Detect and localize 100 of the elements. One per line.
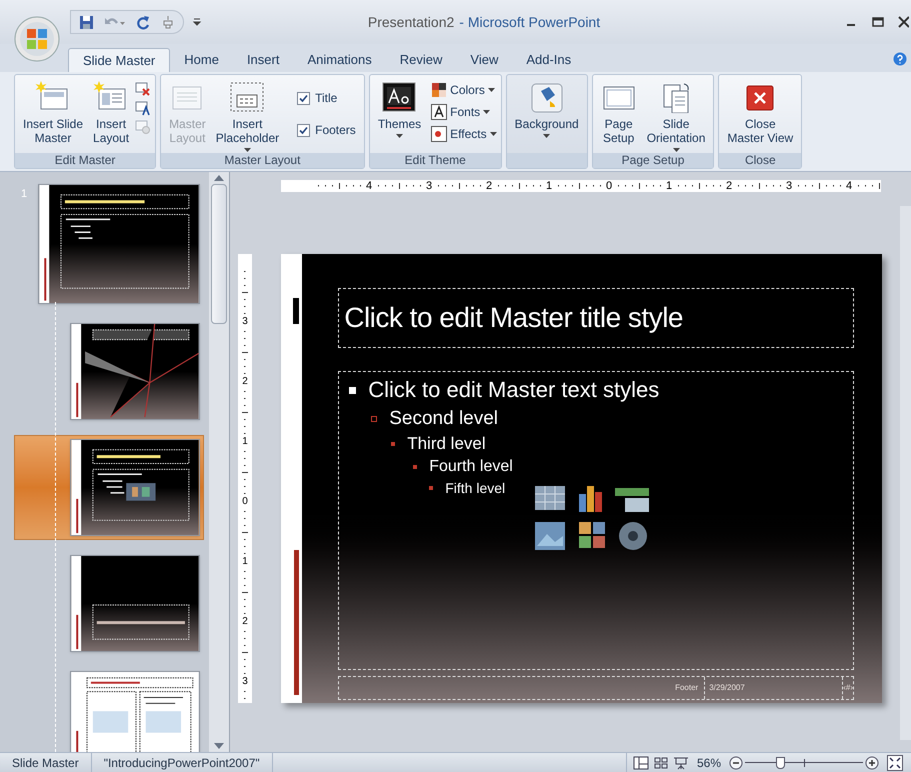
print-icon[interactable] bbox=[161, 15, 175, 29]
fit-to-window-icon[interactable] bbox=[887, 754, 903, 770]
slide-sorter-icon[interactable] bbox=[652, 756, 669, 770]
ruler-number: 3 bbox=[424, 180, 434, 192]
placeholder-icon bbox=[229, 81, 266, 113]
checkbox[interactable] bbox=[297, 92, 310, 104]
body-text: Click to edit Master text styles bbox=[368, 376, 660, 404]
close-icon[interactable] bbox=[898, 16, 909, 28]
ribbon-button[interactable]: Close Master View bbox=[723, 77, 798, 145]
redo-icon[interactable] bbox=[136, 14, 151, 30]
zoom-level: 56% bbox=[696, 754, 722, 772]
ribbon-button[interactable]: Page Setup bbox=[596, 77, 641, 145]
slide-thumbnail[interactable] bbox=[70, 439, 200, 536]
zoom-out-icon[interactable] bbox=[729, 756, 743, 770]
footer-text: Footer bbox=[675, 682, 698, 694]
scroll-up-icon[interactable] bbox=[214, 175, 224, 181]
slide-number-placeholder[interactable]: ‹#› bbox=[843, 677, 853, 699]
checkbox-option[interactable]: Title bbox=[297, 89, 356, 107]
ribbon-button[interactable]: Themes bbox=[374, 77, 426, 139]
save-icon[interactable] bbox=[79, 14, 94, 30]
body-text: Fifth level bbox=[445, 478, 506, 498]
ruler-number: 2 bbox=[242, 376, 248, 388]
ruler-number: 4 bbox=[844, 180, 854, 192]
thumbnail-row[interactable] bbox=[14, 435, 204, 540]
bullet-icon bbox=[349, 386, 356, 394]
date-text: 3/29/2007 bbox=[709, 682, 745, 694]
ruler-number: 0 bbox=[242, 496, 248, 508]
bullet-icon bbox=[413, 465, 418, 470]
content-placeholder[interactable]: Click to edit Master text styles Second level Third level Fourth level Fifth level bbox=[338, 371, 854, 670]
zoom-in-icon[interactable] bbox=[865, 756, 879, 770]
themes-icon bbox=[381, 81, 418, 113]
ribbon-tab[interactable]: Slide Master bbox=[68, 48, 170, 72]
ruler-number: 3 bbox=[242, 316, 248, 328]
date-placeholder[interactable]: 3/29/2007 bbox=[705, 677, 844, 699]
slide-thumbnail[interactable] bbox=[38, 184, 200, 304]
ribbon-button[interactable]: Slide Orientation bbox=[642, 77, 710, 153]
zoom-slider[interactable] bbox=[745, 756, 863, 770]
slide-thumbnail[interactable] bbox=[70, 555, 200, 652]
bullet-icon bbox=[429, 486, 434, 490]
body-text: Fourth level bbox=[429, 457, 513, 478]
scroll-thumb[interactable] bbox=[211, 184, 227, 324]
ruler-number: 2 bbox=[242, 616, 248, 628]
ruler-number: 1 bbox=[242, 436, 248, 448]
theme-menu-button[interactable]: Fonts bbox=[431, 104, 497, 120]
ruler-number: 1 bbox=[544, 180, 554, 192]
group-label: Edit Theme bbox=[404, 153, 466, 168]
status-mode: Slide Master bbox=[0, 753, 92, 772]
checkbox[interactable] bbox=[297, 124, 310, 136]
title-placeholder[interactable]: Click to edit Master title style bbox=[338, 288, 854, 348]
effects-icon bbox=[431, 126, 448, 142]
ribbon-tab[interactable]: Home bbox=[170, 48, 233, 72]
slide-thumbnail[interactable] bbox=[70, 323, 200, 420]
ribbon-button[interactable]: Insert Layout bbox=[89, 77, 134, 145]
background-icon bbox=[528, 81, 565, 113]
group-label: Edit Master bbox=[54, 153, 116, 168]
font-icon bbox=[431, 104, 448, 120]
caret-icon bbox=[483, 110, 490, 114]
ribbon-tab[interactable]: Animations bbox=[293, 48, 386, 72]
scroll-down-icon[interactable] bbox=[214, 743, 224, 749]
theme-menu-button[interactable]: Colors bbox=[431, 82, 497, 98]
checkbox-option[interactable]: Footers bbox=[297, 121, 356, 139]
ribbon-button[interactable]: Insert Placeholder bbox=[212, 77, 284, 153]
colors-icon bbox=[431, 82, 448, 98]
group-label: Master Layout bbox=[224, 153, 300, 168]
ribbon-tab[interactable]: Insert bbox=[232, 48, 294, 72]
ruler-number: 2 bbox=[484, 180, 494, 192]
ribbon-button[interactable]: Insert Slide Master bbox=[19, 77, 88, 145]
slide-thumbnail[interactable] bbox=[70, 671, 200, 752]
group-label: Page Setup bbox=[622, 153, 684, 168]
ruler-number: 4 bbox=[364, 180, 374, 192]
document-title: Presentation2 bbox=[368, 12, 454, 32]
scrollbar[interactable] bbox=[209, 172, 229, 752]
ribbon-button[interactable]: Background bbox=[510, 77, 583, 139]
ruler-number: 1 bbox=[242, 556, 248, 568]
bullet-icon bbox=[391, 442, 396, 446]
rename-slide-icon[interactable] bbox=[135, 100, 152, 116]
caret-icon bbox=[396, 134, 403, 138]
customize-toolbar-icon[interactable] bbox=[192, 17, 202, 27]
caret-icon bbox=[490, 132, 497, 136]
slider-thumb[interactable] bbox=[776, 756, 786, 768]
footer-placeholder[interactable]: Footer bbox=[339, 677, 706, 699]
help-icon[interactable] bbox=[893, 52, 907, 66]
ruler-number: 3 bbox=[242, 676, 248, 688]
slide-number: 1 bbox=[21, 188, 28, 200]
ribbon-tab[interactable]: Review bbox=[386, 48, 456, 72]
caret-icon bbox=[543, 134, 550, 138]
delete-slide-icon[interactable] bbox=[135, 81, 152, 97]
maximize-icon[interactable] bbox=[872, 16, 884, 28]
ribbon-tab[interactable]: Add-Ins bbox=[512, 48, 586, 72]
normal-view-icon[interactable] bbox=[632, 756, 649, 770]
body-text: Third level bbox=[407, 433, 486, 456]
slide-show-icon[interactable] bbox=[672, 756, 689, 770]
ribbon-tab[interactable]: View bbox=[456, 48, 512, 72]
group-label: Close bbox=[744, 153, 776, 168]
theme-menu-button[interactable]: Effects bbox=[431, 126, 497, 142]
body-text: Second level bbox=[389, 406, 498, 431]
title-marker bbox=[293, 298, 300, 324]
slide-number-text: ‹#› bbox=[843, 682, 853, 694]
caret-icon bbox=[488, 88, 495, 92]
slide-title: Click to edit Master title style bbox=[344, 301, 683, 335]
